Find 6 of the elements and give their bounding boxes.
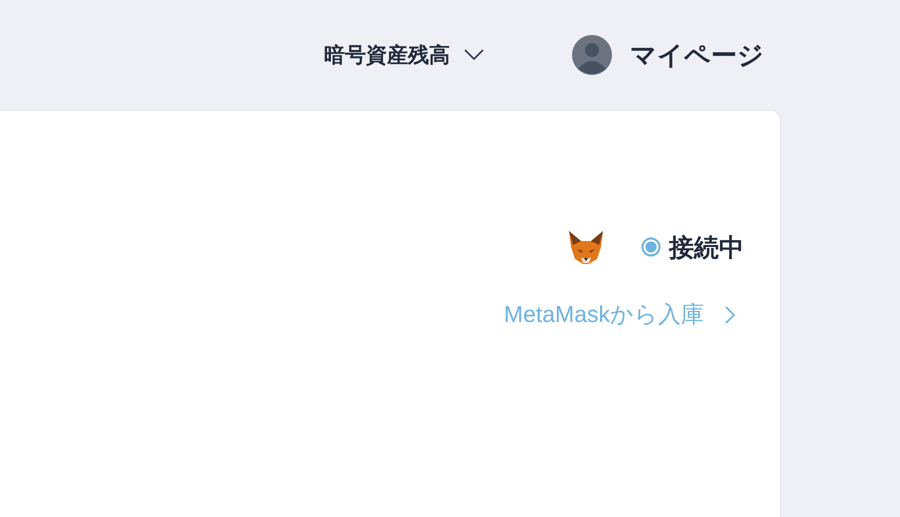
chevron-right-icon — [724, 304, 736, 324]
avatar-icon — [572, 35, 612, 75]
status-text: 接続中 — [669, 232, 744, 264]
fox-icon — [567, 229, 605, 265]
balance-menu[interactable]: 暗号資産残高 — [324, 41, 484, 69]
mypage-button[interactable]: マイページ — [572, 35, 764, 75]
